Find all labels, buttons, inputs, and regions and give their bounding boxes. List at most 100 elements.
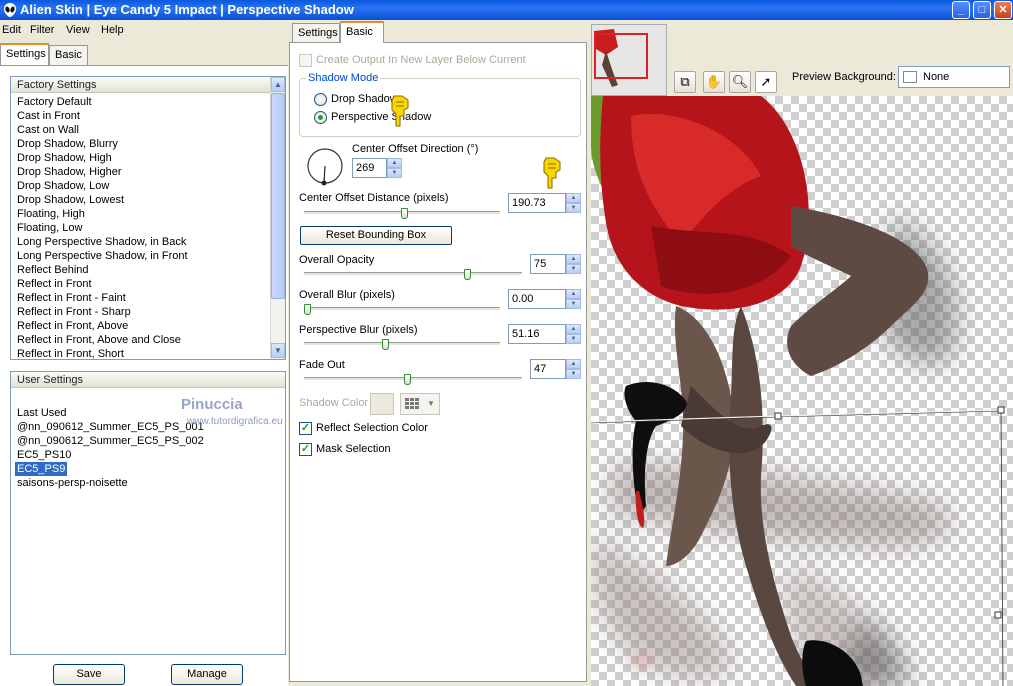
reset-bounding-box-button[interactable]: Reset Bounding Box [300, 226, 452, 245]
list-item[interactable]: Cast in Front [17, 109, 80, 123]
spin-down-icon[interactable]: ▼ [566, 299, 581, 309]
perspective-blur-thumb[interactable] [382, 339, 389, 350]
overall-opacity-slider[interactable] [304, 272, 522, 276]
drop-shadow-label[interactable]: Drop Shadow [331, 93, 398, 105]
tab-basic[interactable]: Basic [49, 45, 88, 65]
drop-shadow-radio[interactable] [314, 93, 327, 106]
overall-blur-thumb[interactable] [304, 304, 311, 315]
spin-up-icon[interactable]: ▲ [566, 289, 581, 299]
zoom-tool-icon[interactable]: 🔍︎ [729, 71, 751, 93]
spin-down-icon[interactable]: ▼ [566, 369, 581, 379]
perspective-blur-spinner[interactable]: ▲ ▼ [566, 324, 581, 344]
save-button[interactable]: Save [53, 664, 125, 685]
spin-up-icon[interactable]: ▲ [566, 254, 581, 264]
fade-out-slider[interactable] [304, 377, 522, 381]
list-item[interactable]: Reflect in Front, Short [17, 347, 124, 359]
spin-down-icon[interactable]: ▼ [566, 203, 581, 213]
overall-opacity-field[interactable]: 75 [530, 254, 566, 274]
pointing-hand-icon [543, 157, 561, 189]
opacity-spinner[interactable]: ▲ ▼ [566, 254, 581, 274]
list-item[interactable]: Long Perspective Shadow, in Front [17, 249, 188, 263]
perspective-shadow-label[interactable]: Perspective Shadow [331, 111, 431, 123]
fade-out-field[interactable]: 47 [530, 359, 566, 379]
list-item[interactable]: Drop Shadow, High [17, 151, 112, 165]
center-offset-distance-thumb[interactable] [401, 208, 408, 219]
center-offset-distance-field[interactable]: 190.73 [508, 193, 566, 213]
maximize-button[interactable]: □ [973, 1, 991, 19]
spin-down-icon[interactable]: ▼ [566, 334, 581, 344]
spin-up-icon[interactable]: ▲ [566, 193, 581, 203]
list-item[interactable]: Reflect in Front [17, 277, 92, 291]
fade-out-thumb[interactable] [404, 374, 411, 385]
spin-up-icon[interactable]: ▲ [566, 359, 581, 369]
mask-selection-checkbox[interactable]: ✓ [299, 443, 312, 456]
list-item[interactable]: Drop Shadow, Blurry [17, 137, 118, 151]
overall-opacity-thumb[interactable] [464, 269, 471, 280]
shadow-mode-legend: Shadow Mode [306, 72, 381, 84]
tab-settings[interactable]: Settings [0, 43, 49, 65]
minimize-button[interactable]: _ [952, 1, 970, 19]
toggle-preview-icon[interactable]: ⧉ [674, 71, 696, 93]
menu-view[interactable]: View [66, 24, 90, 36]
menu-filter[interactable]: Filter [30, 24, 54, 36]
create-output-checkbox[interactable] [299, 54, 312, 67]
tab-settings-mid[interactable]: Settings [292, 23, 340, 43]
list-item[interactable]: @nn_090612_Summer_EC5_PS_002 [17, 434, 204, 448]
spin-up-icon[interactable]: ▲ [387, 158, 402, 168]
list-item[interactable]: Reflect in Front - Faint [17, 291, 126, 305]
list-item[interactable]: Drop Shadow, Low [17, 179, 109, 193]
list-item[interactable]: Cast on Wall [17, 123, 79, 137]
list-item[interactable]: EC5_PS10 [17, 448, 71, 462]
close-button[interactable]: ✕ [994, 1, 1012, 19]
navigator-preview-image [592, 25, 666, 95]
navigator-thumbnail[interactable] [591, 24, 667, 96]
spin-down-icon[interactable]: ▼ [566, 264, 581, 274]
scroll-up-icon[interactable]: ▲ [271, 77, 285, 92]
reflect-selection-color-label[interactable]: Reflect Selection Color [316, 422, 428, 434]
perspective-blur-field[interactable]: 51.16 [508, 324, 566, 344]
list-item[interactable]: Reflect in Front, Above [17, 319, 128, 333]
list-item[interactable]: Reflect in Front - Sharp [17, 305, 131, 319]
fade-out-spinner[interactable]: ▲ ▼ [566, 359, 581, 379]
list-item[interactable]: @nn_090612_Summer_EC5_PS_001 [17, 420, 204, 434]
spin-down-icon[interactable]: ▼ [387, 168, 402, 178]
preview-background-dropdown[interactable]: None [898, 66, 1010, 88]
perspective-blur-slider[interactable] [304, 342, 500, 346]
list-item[interactable]: Floating, High [17, 207, 85, 221]
menu-help[interactable]: Help [101, 24, 124, 36]
list-item[interactable]: saisons-persp-noisette [17, 476, 128, 490]
perspective-shadow-radio[interactable] [314, 111, 327, 124]
distance-spinner[interactable]: ▲ ▼ [566, 193, 581, 213]
scroll-thumb[interactable] [271, 93, 285, 299]
list-item[interactable]: Reflect Behind [17, 263, 89, 277]
mask-selection-label[interactable]: Mask Selection [316, 443, 391, 455]
list-item-selected[interactable]: EC5_PS9 [15, 462, 68, 476]
arrow-tool-icon[interactable]: ➚ [755, 71, 777, 93]
manage-button[interactable]: Manage [171, 664, 243, 685]
watermark-text: Pinuccia [181, 396, 243, 413]
list-item[interactable]: Floating, Low [17, 221, 82, 235]
hand-tool-icon[interactable]: ✋ [703, 71, 725, 93]
scroll-down-icon[interactable]: ▼ [271, 343, 285, 358]
reflect-selection-color-checkbox[interactable]: ✓ [299, 422, 312, 435]
shadow-color-swatch[interactable] [370, 393, 394, 415]
menu-edit[interactable]: Edit [2, 24, 21, 36]
list-item[interactable]: Drop Shadow, Higher [17, 165, 122, 179]
spin-up-icon[interactable]: ▲ [566, 324, 581, 334]
list-item[interactable]: Reflect in Front, Above and Close [17, 333, 181, 347]
center-offset-direction-field[interactable]: 269 [352, 158, 387, 178]
list-item[interactable]: Last Used [17, 406, 67, 420]
direction-spinner[interactable]: ▲ ▼ [387, 158, 402, 178]
overall-blur-field[interactable]: 0.00 [508, 289, 566, 309]
list-item[interactable]: Long Perspective Shadow, in Back [17, 235, 186, 249]
color-picker-dropdown[interactable]: ▼ [400, 393, 440, 415]
tab-basic-mid[interactable]: Basic [340, 21, 384, 43]
preview-canvas[interactable] [591, 96, 1013, 686]
direction-dial[interactable] [305, 146, 345, 186]
overall-blur-slider[interactable] [304, 307, 500, 311]
list-item[interactable]: Factory Default [17, 95, 92, 109]
fade-out-label: Fade Out [299, 359, 345, 371]
blur-spinner[interactable]: ▲ ▼ [566, 289, 581, 309]
list-item[interactable]: Drop Shadow, Lowest [17, 193, 124, 207]
factory-settings-scrollbar[interactable]: ▲ ▼ [270, 77, 285, 359]
